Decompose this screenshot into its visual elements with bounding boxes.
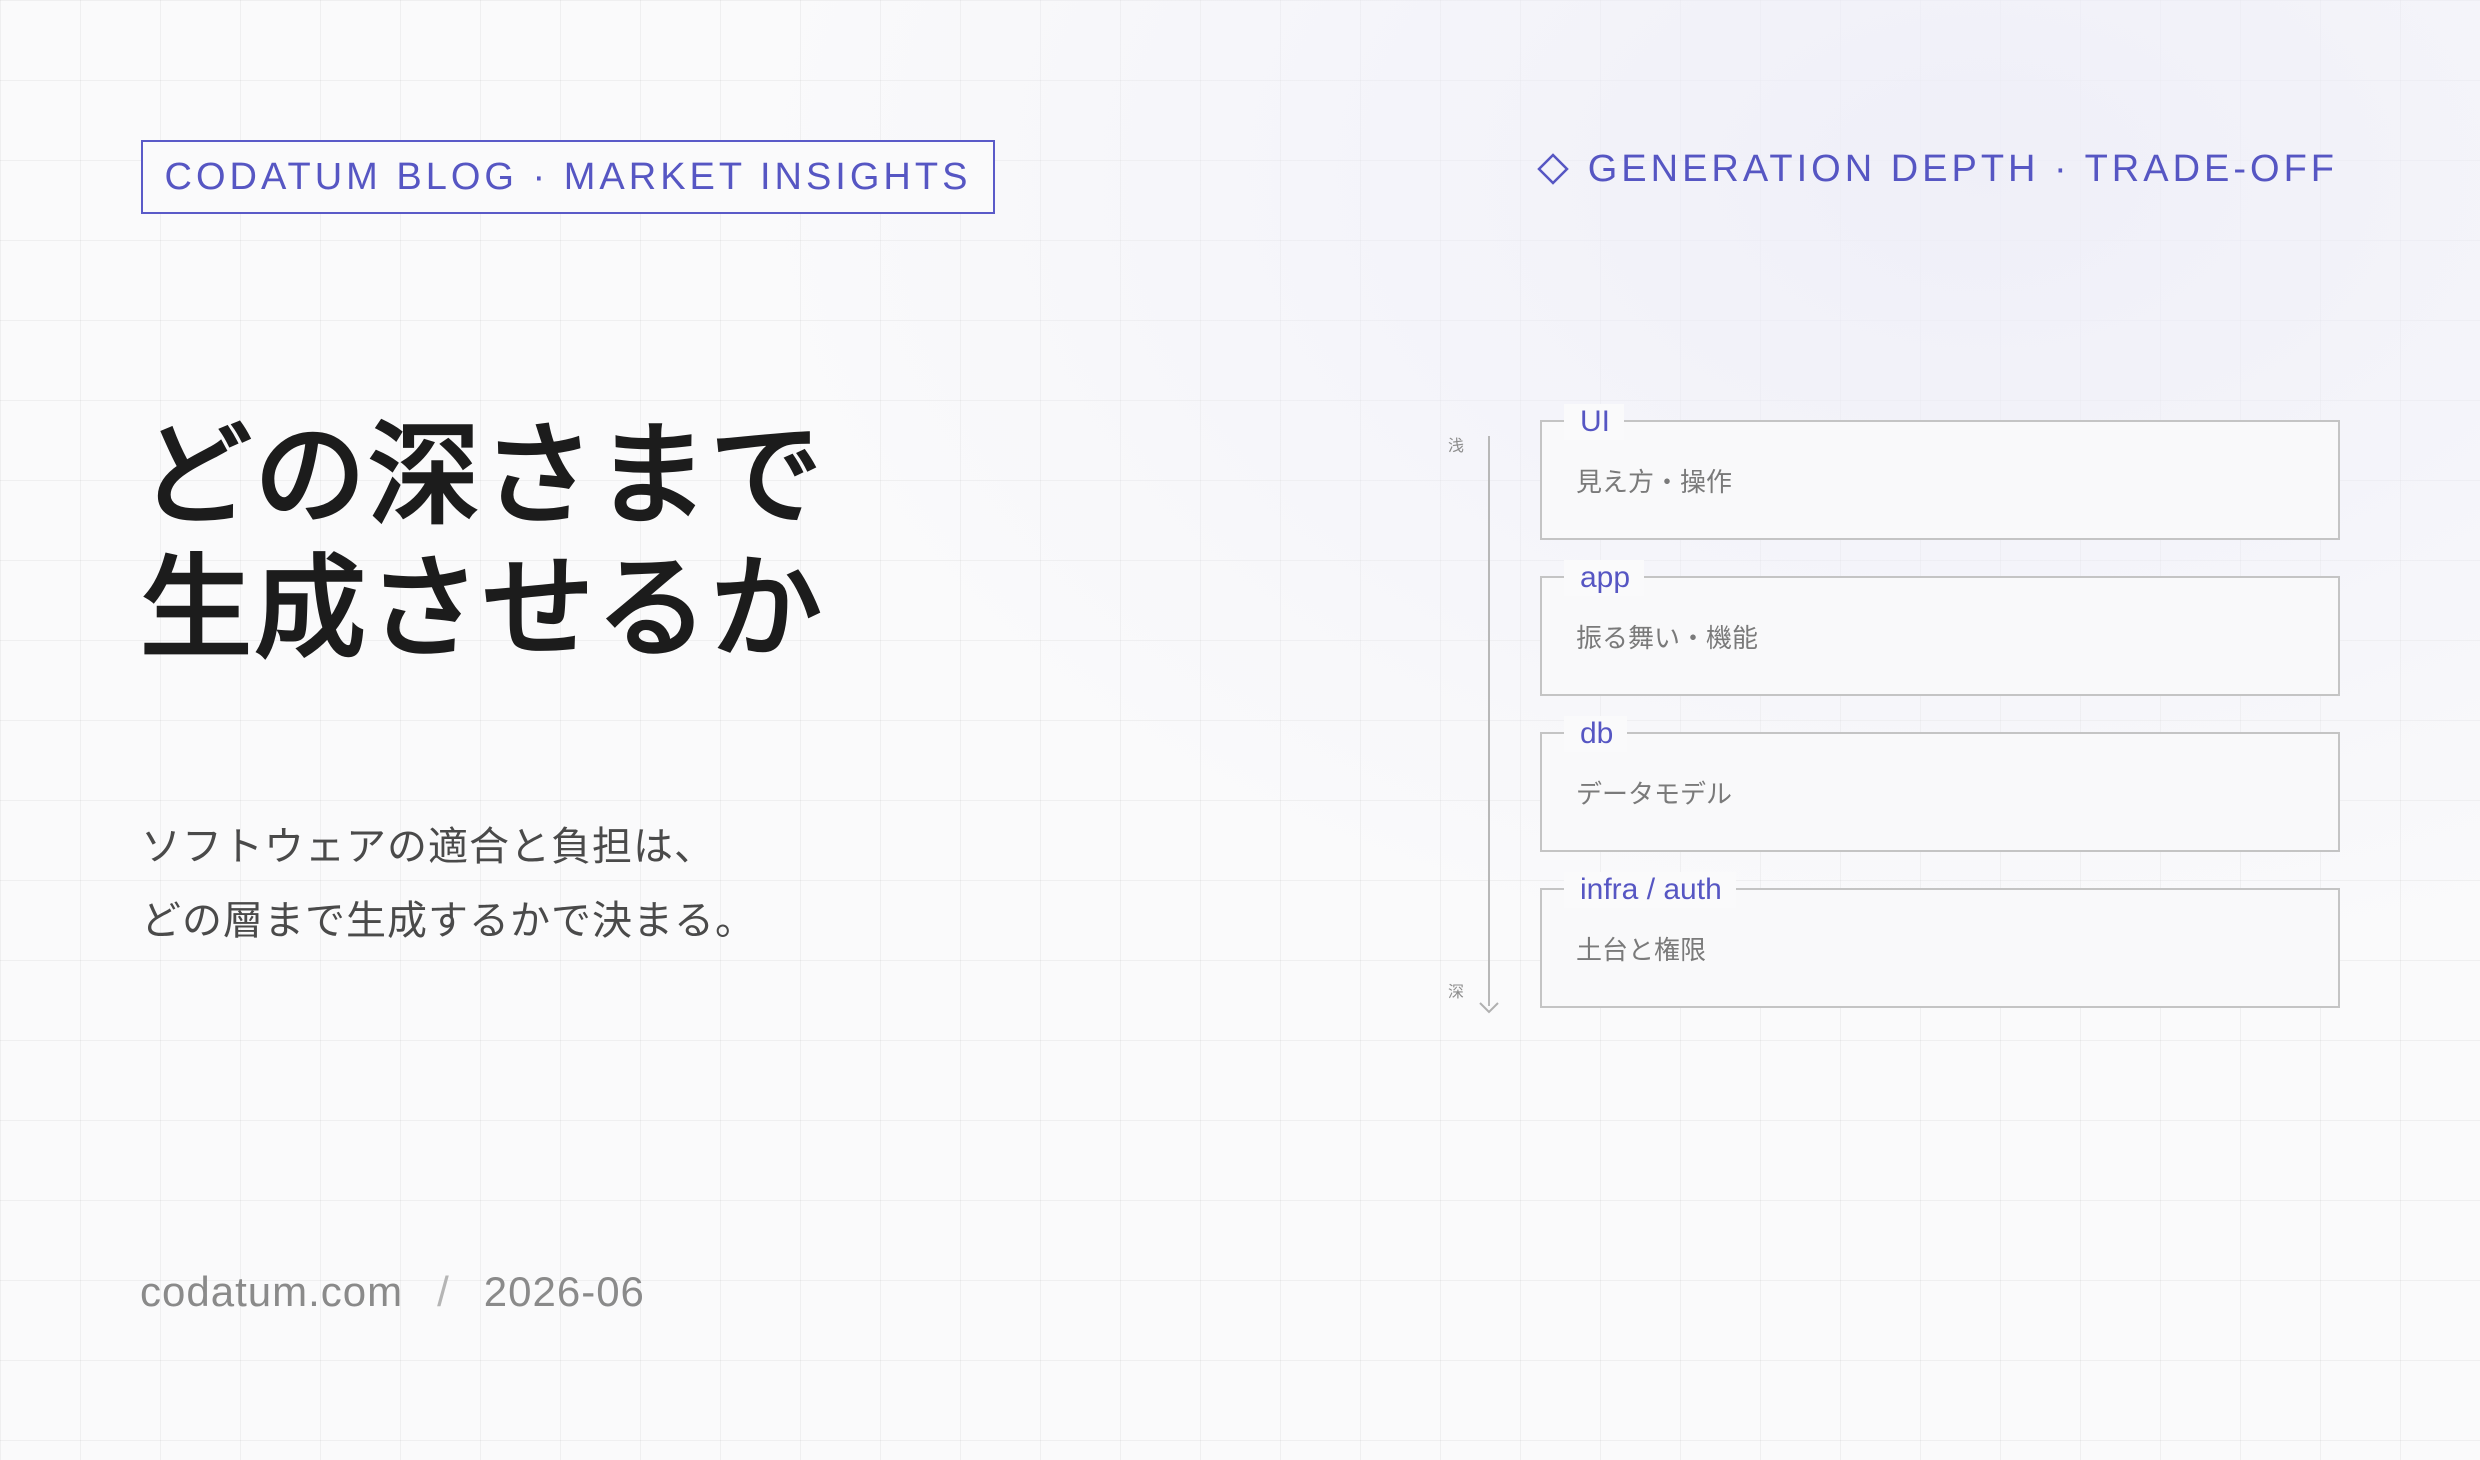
layer-card-infra-auth: infra / auth 土台と権限 [1540, 872, 2340, 1008]
axis-shallow-label: 浅 [1448, 436, 1465, 455]
subtitle: ソフトウェアの適合と負担は、 どの層まで生成するかで決まる。 [141, 810, 901, 958]
layer-description: 土台と権限 [1576, 936, 1707, 966]
layer-card-ui: UI 見え方・操作 [1540, 404, 2340, 540]
layer-description: 振る舞い・機能 [1576, 624, 1759, 654]
page-title-line-2: 生成させるか [140, 544, 824, 674]
layer-description: データモデル [1576, 780, 1733, 810]
footer: codatum.com / 2026-06 [140, 1262, 645, 1322]
footer-site: codatum.com [140, 1268, 404, 1315]
layer-title: app [1564, 560, 1645, 596]
diamond-outline-icon [1536, 153, 1569, 185]
page-title: どの深さまで 生成させるか [140, 410, 840, 676]
blog-badge-label: CODATUM BLOG · MARKET INSIGHTS [164, 155, 972, 198]
blog-badge: CODATUM BLOG · MARKET INSIGHTS [141, 140, 995, 214]
subtitle-line-2: どの層まで生成するかで決まる。 [141, 898, 756, 944]
footer-date: 2026-06 [483, 1268, 645, 1315]
layer-title: infra / auth [1564, 872, 1736, 908]
axis-deep-label: 深 [1448, 982, 1465, 1001]
chevron-down-icon [1479, 1002, 1499, 1014]
subtitle-line-1: ソフトウェアの適合と負担は、 [141, 824, 715, 870]
layer-title: UI [1564, 404, 1624, 440]
layer-title: db [1564, 716, 1628, 752]
page-title-line-1: どの深さまで [140, 411, 824, 541]
layer-card-db: db データモデル [1540, 716, 2340, 852]
section-tag: GENERATION DEPTH · TRADE-OFF [1536, 144, 2338, 194]
layer-card-app: app 振る舞い・機能 [1540, 560, 2340, 696]
layer-description: 見え方・操作 [1576, 468, 1733, 498]
footer-separator: / [437, 1268, 450, 1315]
depth-axis-line [1488, 436, 1490, 1006]
section-tag-label: GENERATION DEPTH · TRADE-OFF [1587, 147, 2338, 190]
